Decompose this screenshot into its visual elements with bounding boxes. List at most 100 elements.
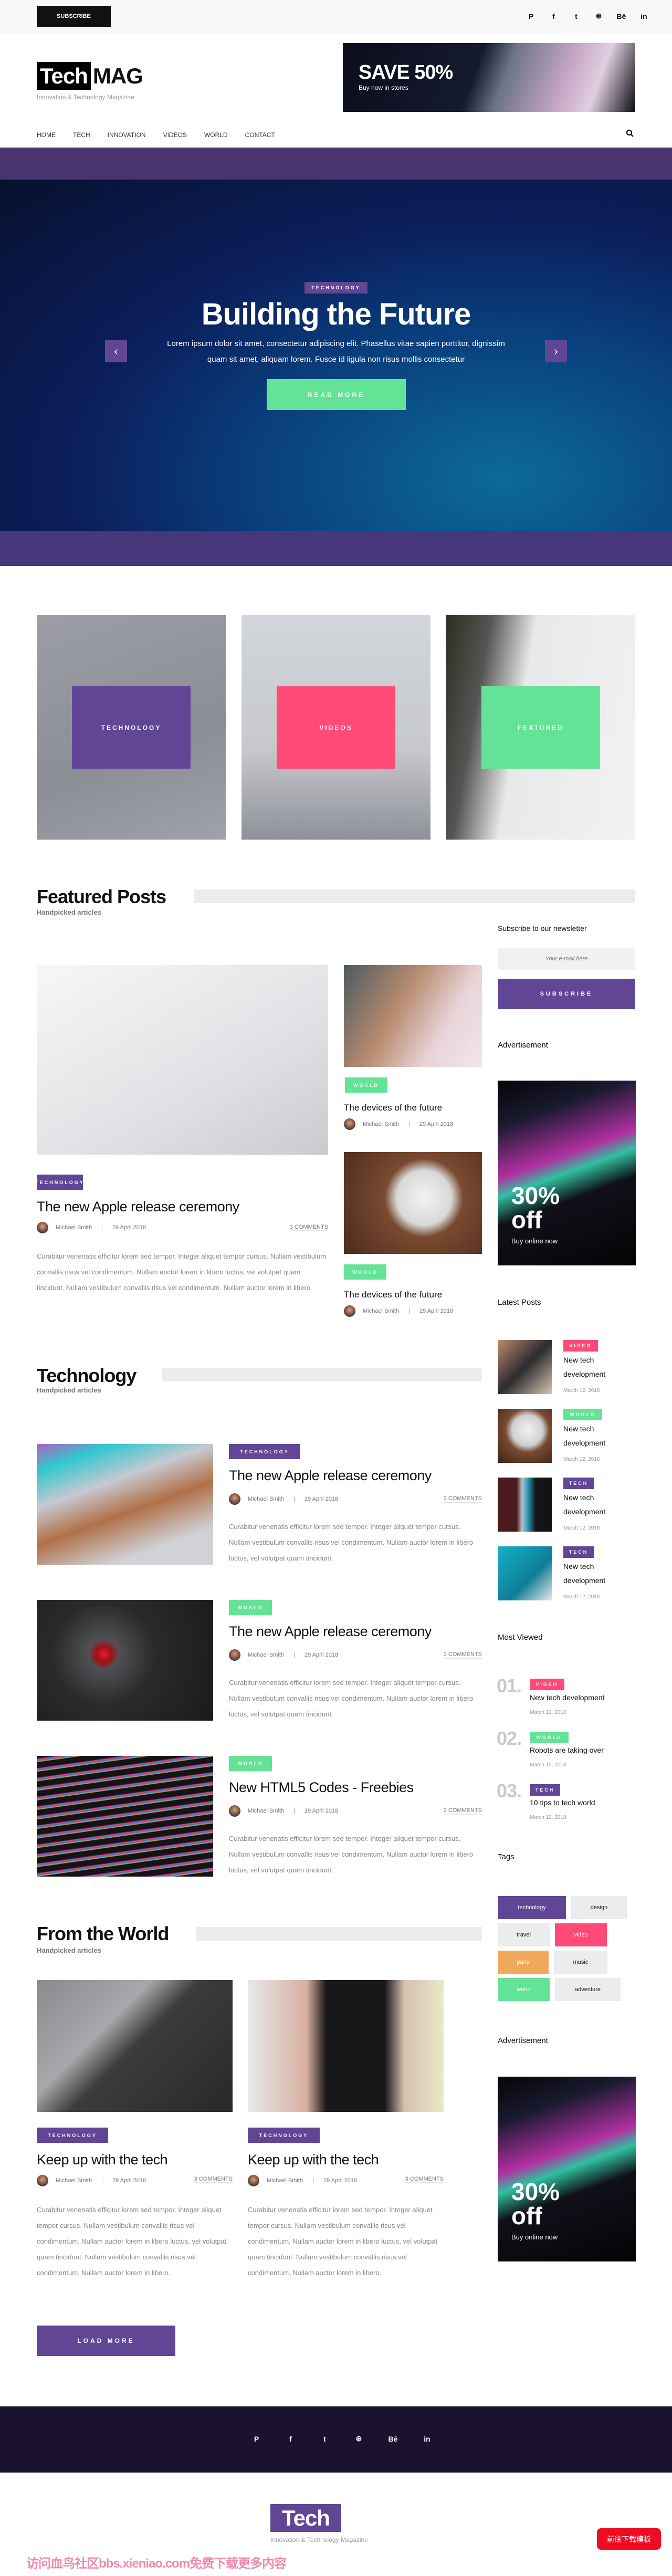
latest-tag[interactable]: VIDEO [563, 1340, 598, 1352]
author-name[interactable]: Michael Smith [248, 1652, 284, 1658]
post-image[interactable] [344, 965, 482, 1067]
latest-thumb[interactable] [498, 1409, 552, 1463]
twitter-icon[interactable]: t [565, 12, 587, 20]
tag-video[interactable]: video [555, 1923, 607, 1946]
read-more-button[interactable]: READ MORE [267, 379, 406, 410]
pinterest-icon[interactable]: P [239, 2435, 274, 2443]
site-logo[interactable]: Tech MAG [37, 62, 143, 90]
category-tile-technology[interactable]: TECHNOLOGY [37, 615, 226, 840]
latest-thumb[interactable] [498, 1340, 552, 1394]
post-title[interactable]: New HTML5 Codes - Freebies [229, 1779, 414, 1796]
latest-tag[interactable]: TECH [563, 1478, 594, 1489]
post-image[interactable] [37, 1980, 233, 2112]
latest-tag[interactable]: WORLD [563, 1409, 602, 1420]
most-title[interactable]: Robots are taking over [530, 1743, 604, 1757]
facebook-icon[interactable]: f [274, 2435, 308, 2443]
post-title[interactable]: The new Apple release ceremony [37, 1198, 239, 1215]
featured-main-image[interactable] [37, 965, 328, 1155]
post-image[interactable] [37, 1756, 213, 1877]
post-tag[interactable]: TECHNOLOGY [37, 2128, 108, 2143]
tag-music[interactable]: music [554, 1951, 607, 1974]
post-image[interactable] [37, 1444, 213, 1565]
nav-home[interactable]: HOME [37, 131, 56, 139]
post-title[interactable]: The new Apple release ceremony [229, 1467, 432, 1484]
download-template-button[interactable]: 前往下载模板 [597, 2528, 661, 2550]
latest-title[interactable]: New tech development [563, 1559, 626, 1588]
nav-contact[interactable]: CONTACT [245, 131, 275, 139]
comments-link[interactable]: 3 COMMENTS [194, 2176, 233, 2183]
most-title[interactable]: New tech development [530, 1691, 604, 1705]
newsletter-email-input[interactable] [498, 948, 635, 970]
tag-technology[interactable]: technology [498, 1896, 566, 1919]
most-title[interactable]: 10 tips to tech world [530, 1796, 595, 1810]
post-title[interactable]: Keep up with the tech [37, 2151, 168, 2168]
post-tag[interactable]: WORLD [345, 1077, 387, 1093]
behance-icon[interactable]: Bē [610, 12, 633, 20]
slider-next-button[interactable]: › [545, 340, 567, 362]
nav-tech[interactable]: TECH [73, 131, 90, 139]
most-tag[interactable]: WORLD [530, 1732, 569, 1743]
tag-adventure[interactable]: adventure [555, 1978, 621, 2001]
tag-party[interactable]: party [498, 1951, 549, 1974]
slider-prev-button[interactable]: ‹ [105, 340, 127, 362]
linkedin-icon[interactable]: in [410, 2435, 444, 2443]
nav-videos[interactable]: VIDEOS [163, 131, 187, 139]
post-image[interactable] [344, 1152, 482, 1254]
author-name[interactable]: Michael Smith [363, 1121, 399, 1127]
post-tag[interactable]: TECHNOLOGY [35, 1175, 83, 1190]
category-tile-videos[interactable]: VIDEOS [242, 615, 430, 840]
tag-design[interactable]: design [571, 1896, 627, 1919]
comments-link[interactable]: 3 COMMENTS [443, 1495, 482, 1503]
post-title[interactable]: Keep up with the tech [248, 2151, 379, 2168]
facebook-icon[interactable]: f [542, 12, 565, 20]
behance-icon[interactable]: Bē [376, 2435, 410, 2443]
comments-link[interactable]: 3 COMMENTS [443, 1807, 482, 1815]
author-name[interactable]: Michael Smith [56, 2177, 92, 2184]
dribbble-icon[interactable]: ⊛ [587, 12, 610, 20]
header-ad-banner[interactable]: SAVE 50% Buy now in stores [343, 43, 635, 112]
load-more-button[interactable]: LOAD MORE [37, 2326, 175, 2356]
latest-tag[interactable]: TECH [563, 1546, 594, 1558]
newsletter-subscribe-button[interactable]: SUBSCRIBE [498, 979, 635, 1009]
comments-link[interactable]: 3 COMMENTS [289, 1224, 328, 1231]
post-image[interactable] [248, 1980, 444, 2112]
sidebar-ad-2[interactable]: 30% off Buy online now [498, 2077, 636, 2261]
twitter-icon[interactable]: t [308, 2435, 342, 2443]
sidebar-ad[interactable]: 30% off Buy online now [498, 1081, 636, 1265]
search-icon[interactable] [626, 129, 634, 140]
most-tag[interactable]: VIDEO [530, 1679, 564, 1690]
post-tag[interactable]: WORLD [229, 1756, 272, 1771]
subscribe-button[interactable]: SUBSCRIBE [37, 6, 111, 27]
latest-thumb[interactable] [498, 1546, 552, 1600]
author-name[interactable]: Michael Smith [267, 2177, 303, 2184]
post-title[interactable]: The devices of the future [344, 1103, 442, 1113]
pinterest-icon[interactable]: P [520, 12, 542, 20]
author-name[interactable]: Michael Smith [56, 1224, 92, 1231]
post-image[interactable] [37, 1600, 213, 1721]
post-tag[interactable]: WORLD [344, 1264, 386, 1280]
latest-thumb[interactable] [498, 1478, 552, 1532]
post-title[interactable]: The devices of the future [344, 1290, 442, 1300]
latest-title[interactable]: New tech development [563, 1353, 626, 1381]
latest-title[interactable]: New tech development [563, 1422, 626, 1450]
post-tag[interactable]: WORLD [229, 1600, 272, 1615]
most-tag[interactable]: TECH [530, 1784, 560, 1796]
author-name[interactable]: Michael Smith [363, 1308, 399, 1314]
nav-innovation[interactable]: INNOVATION [108, 131, 146, 139]
post-tag[interactable]: TECHNOLOGY [229, 1444, 300, 1459]
post-tag[interactable]: TECHNOLOGY [248, 2128, 320, 2143]
comments-link[interactable]: 3 COMMENTS [443, 1651, 482, 1659]
author-name[interactable]: Michael Smith [248, 1496, 284, 1502]
dribbble-icon[interactable]: ⊛ [342, 2434, 376, 2443]
latest-title[interactable]: New tech development [563, 1491, 626, 1519]
tag-world[interactable]: world [498, 1978, 550, 2001]
nav-world[interactable]: WORLD [204, 131, 228, 139]
linkedin-icon[interactable]: in [633, 12, 655, 20]
post-title[interactable]: The new Apple release ceremony [229, 1623, 432, 1640]
author-name[interactable]: Michael Smith [248, 1808, 284, 1814]
hero-tag[interactable]: TECHNOLOGY [304, 282, 368, 294]
footer-logo[interactable]: Tech [270, 2504, 341, 2532]
category-tile-featured[interactable]: FEATURED [446, 615, 635, 840]
tag-travel[interactable]: travel [498, 1923, 550, 1946]
comments-link[interactable]: 3 COMMENTS [405, 2176, 444, 2183]
